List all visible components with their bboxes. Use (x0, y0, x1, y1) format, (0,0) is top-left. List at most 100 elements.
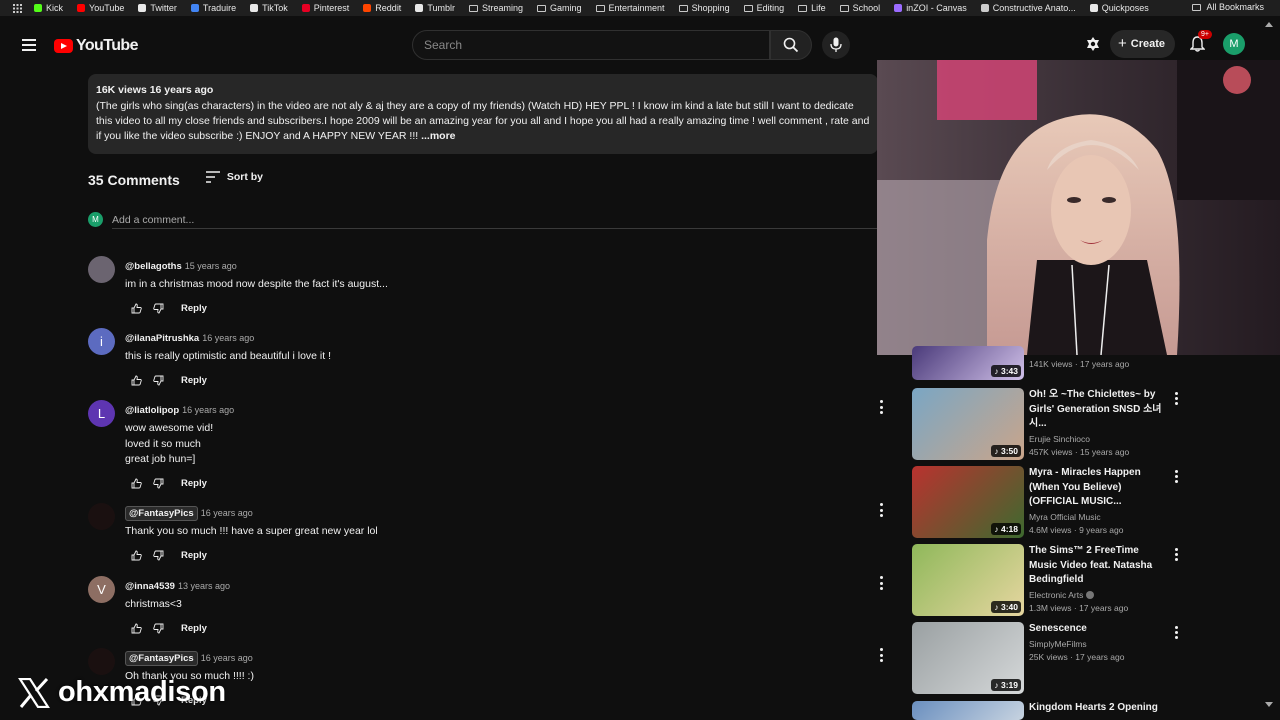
dislike-button[interactable] (147, 549, 169, 563)
bookmark-tiktok[interactable]: TikTok (250, 3, 288, 13)
reply-button[interactable]: Reply (181, 550, 207, 561)
video-more-actions-icon[interactable] (1173, 548, 1179, 561)
related-video-item[interactable]: ♪ 3:40 The Sims™ 2 FreeTime Music Video f… (912, 544, 1272, 618)
comment-author[interactable]: @inna4539 (125, 581, 175, 592)
reply-button[interactable]: Reply (181, 623, 207, 634)
channel-name[interactable]: Electronic Arts (1029, 590, 1165, 600)
video-thumbnail[interactable]: ♪ 3:19 (912, 622, 1024, 694)
show-more-link[interactable]: ...more (421, 130, 455, 142)
video-description[interactable]: 16K views 16 years ago (The girls who si… (88, 74, 878, 154)
bookmark-reddit[interactable]: Reddit (363, 3, 401, 13)
apps-grid-icon[interactable] (0, 3, 34, 13)
like-button[interactable] (125, 302, 147, 316)
bookmark-gaming[interactable]: Gaming (537, 3, 582, 13)
bookmark-twitter[interactable]: Twitter (138, 3, 177, 13)
like-button[interactable] (125, 622, 147, 636)
bookmark-shopping[interactable]: Shopping (678, 3, 730, 13)
dislike-button[interactable] (147, 477, 169, 491)
extension-icon[interactable] (1086, 37, 1100, 51)
bookmark-school[interactable]: School (839, 3, 881, 13)
video-thumbnail[interactable]: ♪ 3:50 (912, 388, 1024, 460)
voice-search-button[interactable] (822, 31, 850, 59)
comment-author[interactable]: @FantasyPics (125, 651, 198, 666)
video-title[interactable]: The Sims™ 2 FreeTime Music Video feat. N… (1029, 544, 1165, 588)
bookmark-quickposes[interactable]: Quickposes (1089, 3, 1149, 13)
commenter-avatar[interactable]: L (88, 400, 115, 427)
comment-author[interactable]: @liatlolipop (125, 405, 179, 416)
reply-button[interactable]: Reply (181, 375, 207, 386)
all-bookmarks-button[interactable]: All Bookmarks (1192, 2, 1264, 12)
comment-more-actions-icon[interactable] (877, 400, 885, 414)
channel-name[interactable]: Erujie Sinchioco (1029, 434, 1165, 444)
related-video-item[interactable]: ♪ 3:50 Oh! 오 ~The Chiclettes~ by Girls' G… (912, 388, 1272, 462)
channel-name[interactable]: SimplyMeFilms (1029, 639, 1165, 649)
like-button[interactable] (125, 477, 147, 491)
comment-timestamp[interactable]: 16 years ago (202, 333, 254, 343)
notifications-button[interactable]: 9+ (1185, 30, 1212, 56)
bookmark-pinterest[interactable]: Pinterest (301, 3, 349, 13)
like-button[interactable] (125, 374, 147, 388)
comment-timestamp[interactable]: 16 years ago (182, 405, 234, 415)
channel-name[interactable]: Myra Official Music (1029, 512, 1165, 522)
related-video-item[interactable]: Kingdom Hearts 2 Opening (912, 701, 1272, 720)
related-video-item[interactable]: ♪ 3:19 Senescence SimplyMeFilms 25K views ·… (912, 622, 1272, 696)
video-thumbnail[interactable]: ♪ 3:40 (912, 544, 1024, 616)
comment-timestamp[interactable]: 15 years ago (185, 261, 237, 271)
commenter-avatar[interactable] (88, 648, 115, 675)
video-more-actions-icon[interactable] (1173, 626, 1179, 639)
commenter-avatar[interactable]: i (88, 328, 115, 355)
add-comment-input[interactable]: Add a comment... (112, 214, 194, 226)
commenter-avatar[interactable] (88, 256, 115, 283)
search-button[interactable] (770, 30, 812, 60)
comment-text: wow awesome vid! loved it so much great … (125, 422, 214, 465)
create-button[interactable]: + Create (1110, 30, 1176, 58)
account-avatar[interactable]: M (1223, 33, 1246, 55)
bookmark-constructive-anato[interactable]: Constructive Anato... (980, 3, 1076, 13)
dislike-button[interactable] (147, 302, 169, 316)
bookmark-editing[interactable]: Editing (743, 3, 784, 13)
video-title[interactable]: Kingdom Hearts 2 Opening (1029, 701, 1165, 716)
bookmark-label: School (852, 3, 881, 13)
bookmark-kick[interactable]: Kick (34, 3, 63, 13)
comment-timestamp[interactable]: 13 years ago (178, 581, 230, 591)
bookmark-youtube[interactable]: YouTube (77, 3, 124, 13)
youtube-play-icon (54, 39, 73, 53)
bookmark-streaming[interactable]: Streaming (468, 3, 523, 13)
video-title[interactable]: Oh! 오 ~The Chiclettes~ by Girls' Generat… (1029, 388, 1165, 432)
bookmark-entertainment[interactable]: Entertainment (595, 3, 665, 13)
comment-timestamp[interactable]: 16 years ago (201, 508, 253, 518)
related-video-item[interactable]: ♪ 4:18 Myra - Miracles Happen (When You B… (912, 466, 1272, 540)
dislike-button[interactable] (147, 622, 169, 636)
video-title[interactable]: Senescence (1029, 622, 1165, 637)
scroll-down-arrow[interactable] (1265, 702, 1273, 707)
video-thumbnail[interactable]: ♪ 4:18 (912, 466, 1024, 538)
comment-more-actions-icon[interactable] (877, 648, 885, 662)
reply-button[interactable]: Reply (181, 303, 207, 314)
video-more-actions-icon[interactable] (1173, 392, 1179, 405)
dislike-button[interactable] (147, 374, 169, 388)
video-title[interactable]: Myra - Miracles Happen (When You Believe… (1029, 466, 1165, 510)
reply-button[interactable]: Reply (181, 478, 207, 489)
youtube-logo[interactable]: YouTube (54, 37, 138, 55)
like-button[interactable] (125, 549, 147, 563)
comment-timestamp[interactable]: 16 years ago (201, 653, 253, 663)
comment-author[interactable]: @FantasyPics (125, 506, 198, 521)
comment-more-actions-icon[interactable] (877, 503, 885, 517)
video-thumbnail[interactable] (912, 701, 1024, 720)
commenter-avatar[interactable]: V (88, 576, 115, 603)
bookmark-traduire[interactable]: Traduire (190, 3, 236, 13)
bookmark-life[interactable]: Life (798, 3, 826, 13)
scroll-up-arrow[interactable] (1265, 22, 1273, 27)
bookmark-label: Entertainment (608, 3, 665, 13)
video-more-actions-icon[interactable] (1173, 470, 1179, 483)
bookmark-inzoi-canvas[interactable]: inZOI - Canvas (894, 3, 967, 13)
comment-more-actions-icon[interactable] (877, 576, 885, 590)
menu-icon[interactable] (22, 39, 36, 51)
comment-author[interactable]: @bellagoths (125, 261, 182, 272)
video-thumbnail[interactable]: ♪ 3:43 (912, 346, 1024, 380)
search-input[interactable]: Search (412, 30, 770, 60)
bookmark-tumblr[interactable]: Tumblr (415, 3, 455, 13)
comment-author[interactable]: @ilanaPitrushka (125, 333, 199, 344)
commenter-avatar[interactable] (88, 503, 115, 530)
sort-by-button[interactable]: Sort by (205, 171, 263, 183)
